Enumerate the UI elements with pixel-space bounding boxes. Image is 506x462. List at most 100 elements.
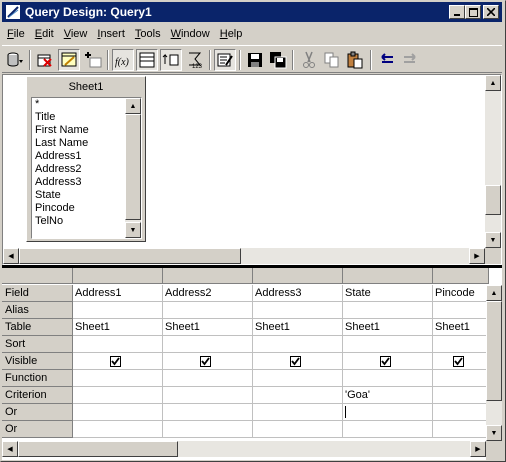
grid-cell-alias[interactable] xyxy=(253,302,343,319)
table-box-sheet1[interactable]: Sheet1 * Title First Name Last Name Address1… xyxy=(26,76,146,242)
menu-edit[interactable]: Edit xyxy=(30,28,59,40)
grid-cell-function[interactable] xyxy=(433,370,489,387)
visible-checkbox[interactable] xyxy=(290,356,301,367)
functions-icon[interactable]: f(x) xyxy=(112,49,134,71)
grid-cell-field[interactable]: Address2 xyxy=(163,285,253,302)
column-header[interactable] xyxy=(163,268,253,284)
table-area-vertical-scrollbar[interactable]: ▲ ▼ xyxy=(485,75,501,248)
grid-cell-or2[interactable] xyxy=(343,421,433,438)
grid-cell-field[interactable]: State xyxy=(343,285,433,302)
show-tables-icon[interactable] xyxy=(58,49,80,71)
grid-cell-function[interactable] xyxy=(343,370,433,387)
menu-insert[interactable]: Insert xyxy=(92,28,130,40)
grid-cell-or1[interactable] xyxy=(343,404,433,421)
undo-icon[interactable] xyxy=(376,49,398,71)
grid-cell-alias[interactable] xyxy=(433,302,489,319)
grid-cell-table[interactable]: Sheet1 xyxy=(433,319,489,336)
design-mode-icon[interactable] xyxy=(214,49,236,71)
column-header[interactable] xyxy=(73,268,163,284)
grid-cell-or2[interactable] xyxy=(163,421,253,438)
grid-cell-or1[interactable] xyxy=(253,404,343,421)
grid-cell-field[interactable]: Address3 xyxy=(253,285,343,302)
grid-cell-visible[interactable] xyxy=(343,353,433,370)
copy-icon[interactable] xyxy=(321,49,343,71)
grid-cell-table[interactable]: Sheet1 xyxy=(73,319,163,336)
scroll-right-icon[interactable]: ▶ xyxy=(469,248,485,264)
grid-cell-function[interactable] xyxy=(73,370,163,387)
column-header[interactable] xyxy=(253,268,343,284)
grid-cell-criterion[interactable] xyxy=(163,387,253,404)
scroll-down-icon[interactable]: ▼ xyxy=(486,425,502,441)
grid-cell-field[interactable]: Pincode xyxy=(433,285,489,302)
scroll-thumb[interactable] xyxy=(485,185,501,215)
paste-icon[interactable] xyxy=(344,49,366,71)
grid-cell-or1[interactable] xyxy=(433,404,489,421)
title-bar[interactable]: Query Design: Query1 xyxy=(2,2,502,22)
menu-help[interactable]: Help xyxy=(215,28,248,40)
menu-view[interactable]: View xyxy=(59,28,93,40)
grid-cell-visible[interactable] xyxy=(163,353,253,370)
grid-cell-table[interactable]: Sheet1 xyxy=(343,319,433,336)
grid-cell-function[interactable] xyxy=(253,370,343,387)
grid-cell-criterion[interactable] xyxy=(433,387,489,404)
grid-cell-criterion[interactable] xyxy=(253,387,343,404)
table-area-horizontal-scrollbar[interactable]: ◀ ▶ xyxy=(3,248,485,264)
visible-checkbox[interactable] xyxy=(380,356,391,367)
field-list[interactable]: * Title First Name Last Name Address1 Address… xyxy=(31,97,142,239)
grid-cell-sort[interactable] xyxy=(253,336,343,353)
grid-cell-sort[interactable] xyxy=(73,336,163,353)
grid-cell-visible[interactable] xyxy=(253,353,343,370)
visible-checkbox[interactable] xyxy=(453,356,464,367)
data-sources-icon[interactable] xyxy=(4,49,26,71)
scroll-thumb[interactable] xyxy=(486,301,502,401)
grid-cell-visible[interactable] xyxy=(433,353,489,370)
grid-cell-table[interactable]: Sheet1 xyxy=(253,319,343,336)
grid-cell-criterion[interactable]: 'Goa' xyxy=(343,387,433,404)
grid-cell-alias[interactable] xyxy=(163,302,253,319)
scroll-right-icon[interactable]: ▶ xyxy=(470,441,486,457)
grid-cell-visible[interactable] xyxy=(73,353,163,370)
grid-cell-alias[interactable] xyxy=(73,302,163,319)
maximize-button[interactable] xyxy=(465,5,481,19)
delete-table-icon[interactable] xyxy=(34,49,56,71)
grid-cell-function[interactable] xyxy=(163,370,253,387)
grid-cell-alias[interactable] xyxy=(343,302,433,319)
grid-cell-or1[interactable] xyxy=(73,404,163,421)
scroll-up-icon[interactable]: ▲ xyxy=(486,285,502,301)
menu-window[interactable]: Window xyxy=(166,28,215,40)
scroll-up-icon[interactable]: ▲ xyxy=(485,75,501,91)
grid-cell-or2[interactable] xyxy=(433,421,489,438)
add-table-icon[interactable] xyxy=(82,49,104,71)
column-header[interactable] xyxy=(343,268,433,284)
grid-vertical-scrollbar[interactable]: ▲ ▼ xyxy=(486,285,502,441)
grid-cell-or2[interactable] xyxy=(73,421,163,438)
column-header[interactable] xyxy=(433,268,489,284)
grid-horizontal-scrollbar[interactable]: ◀ ▶ xyxy=(2,441,486,457)
grid-cell-sort[interactable] xyxy=(163,336,253,353)
sort-icon[interactable] xyxy=(160,49,182,71)
minimize-button[interactable] xyxy=(449,5,465,19)
save-icon[interactable] xyxy=(244,49,266,71)
grid-cell-sort[interactable] xyxy=(343,336,433,353)
menu-file[interactable]: File xyxy=(2,28,30,40)
app-icon[interactable] xyxy=(5,4,21,20)
scroll-thumb[interactable] xyxy=(125,114,141,220)
visible-checkbox[interactable] xyxy=(110,356,121,367)
grid-cell-or2[interactable] xyxy=(253,421,343,438)
redo-icon[interactable] xyxy=(399,49,421,71)
scroll-left-icon[interactable]: ◀ xyxy=(3,248,19,264)
grid-cell-criterion[interactable] xyxy=(73,387,163,404)
menu-tools[interactable]: Tools xyxy=(130,28,166,40)
distinct-icon[interactable]: 123 xyxy=(184,49,206,71)
field-list-scrollbar[interactable]: ▲ ▼ xyxy=(125,98,141,238)
grid-cell-table[interactable]: Sheet1 xyxy=(163,319,253,336)
scroll-left-icon[interactable]: ◀ xyxy=(2,441,18,457)
scroll-up-icon[interactable]: ▲ xyxy=(125,98,141,114)
sort-criteria-icon[interactable] xyxy=(136,49,158,71)
close-button[interactable] xyxy=(483,5,499,19)
scroll-down-icon[interactable]: ▼ xyxy=(125,222,141,238)
grid-cell-field[interactable]: Address1 xyxy=(73,285,163,302)
visible-checkbox[interactable] xyxy=(200,356,211,367)
scroll-down-icon[interactable]: ▼ xyxy=(485,232,501,248)
cut-icon[interactable] xyxy=(298,49,320,71)
